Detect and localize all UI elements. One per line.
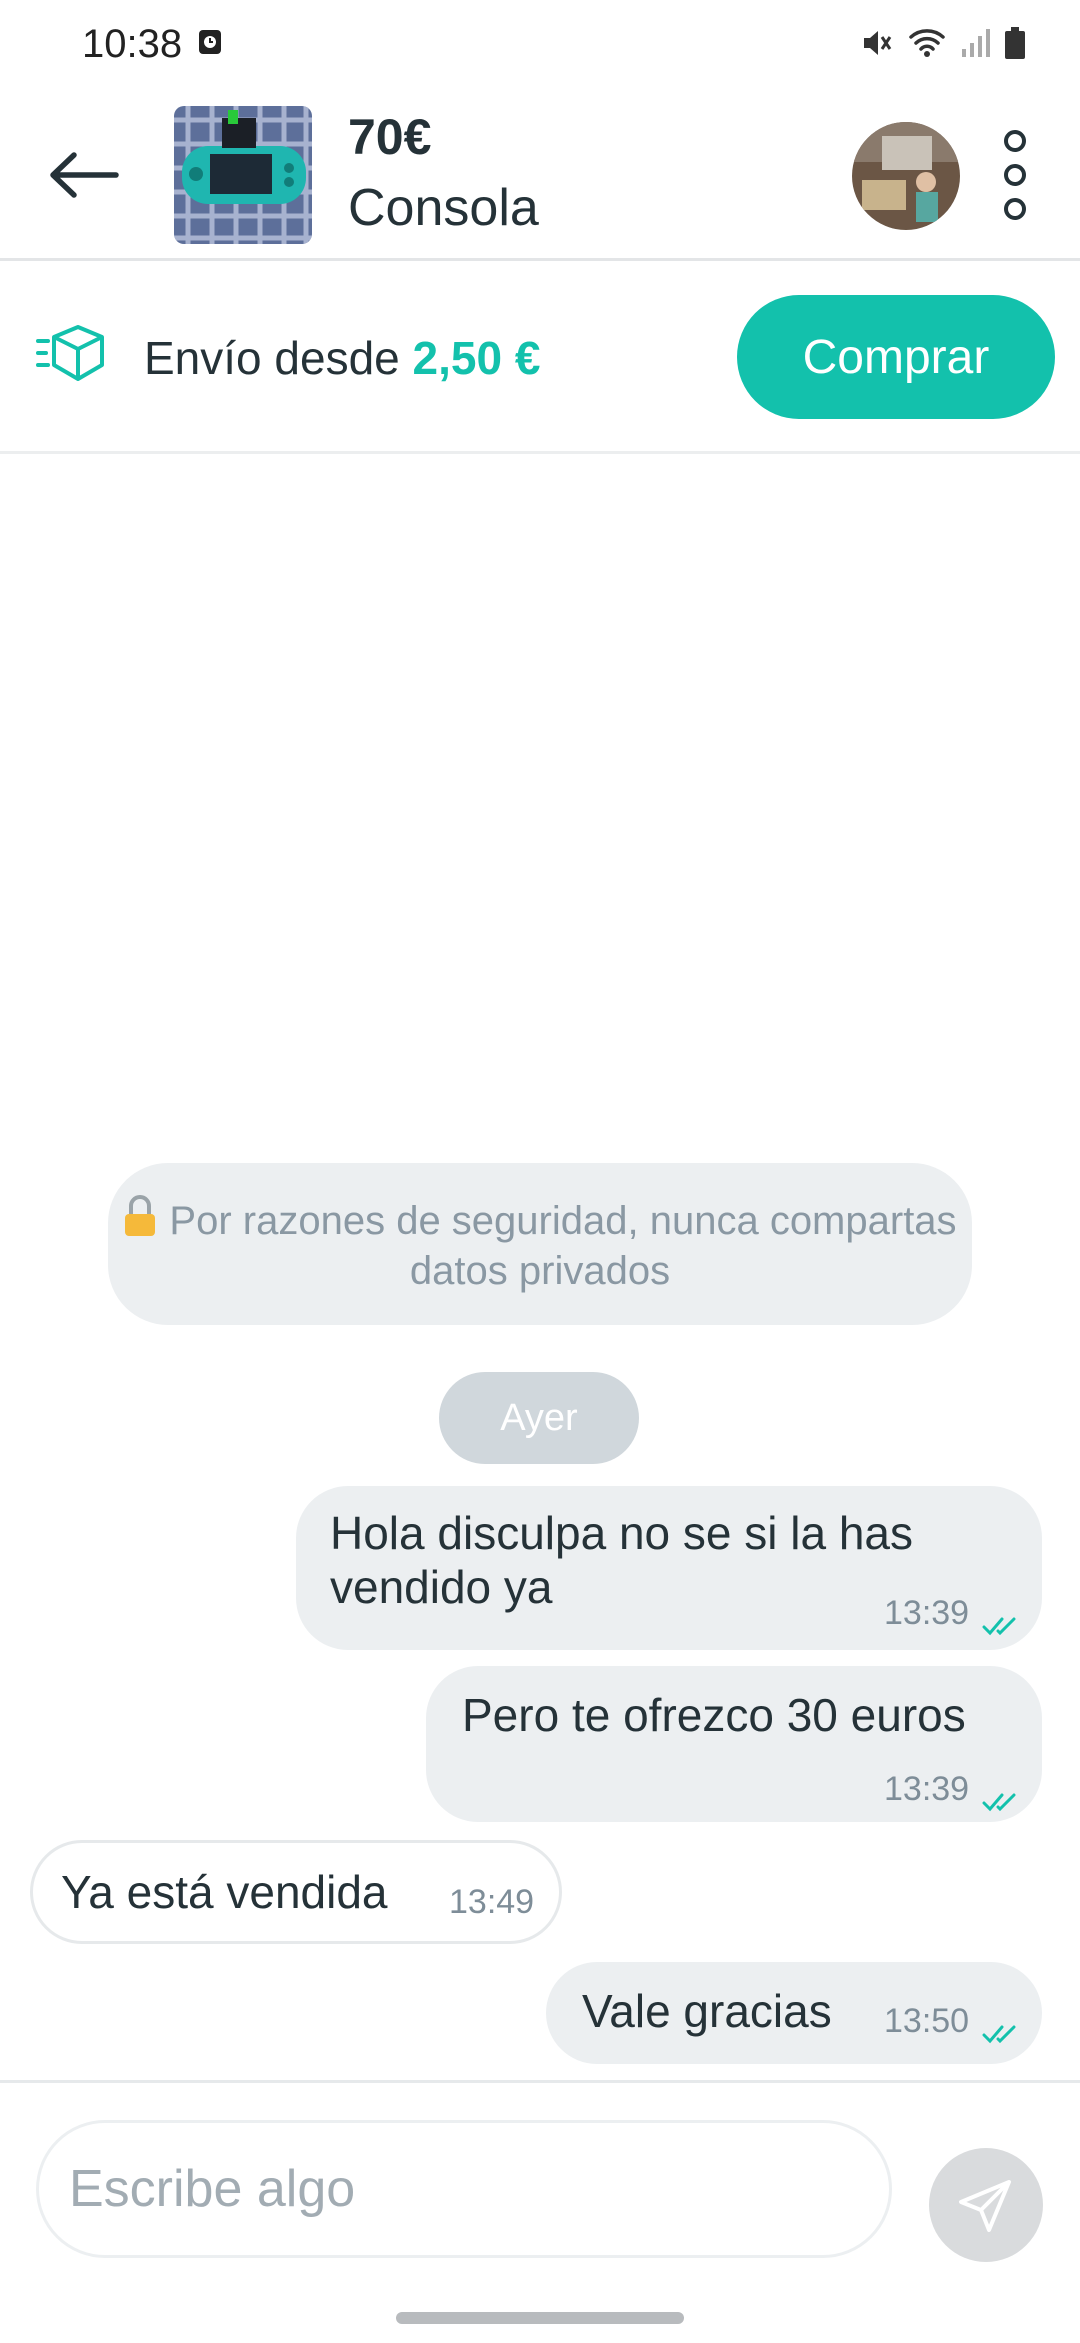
send-button[interactable] [929, 2148, 1043, 2262]
home-indicator[interactable] [396, 2312, 684, 2324]
product-price: 70€ [348, 109, 432, 165]
product-title[interactable]: Consola [348, 178, 539, 238]
message-input[interactable] [36, 2120, 892, 2258]
security-note: Por razones de seguridad, nunca comparta… [108, 1163, 972, 1325]
message-bubble-outgoing[interactable]: Pero te ofrezco 30 euros 13:39 [426, 1666, 1042, 1822]
message-bubble-outgoing[interactable]: Hola disculpa no se si la has vendido ya… [296, 1486, 1042, 1650]
status-time: 10:38 [82, 22, 183, 66]
mute-icon [860, 26, 894, 65]
back-button[interactable] [44, 140, 124, 210]
battery-icon [1004, 26, 1026, 65]
shipping-box-icon [36, 323, 108, 392]
wifi-icon [908, 27, 946, 64]
dot-icon [1004, 164, 1026, 186]
message-text: Pero te ofrezco 30 euros [462, 1689, 966, 1741]
message-time: 13:39 [884, 1594, 970, 1632]
read-receipt-icon [982, 1594, 1022, 1648]
more-options-button[interactable] [990, 130, 1040, 220]
signal-icon [960, 27, 990, 64]
shipping-bar: Envío desde 2,50 € Comprar [0, 261, 1080, 454]
message-bubble-outgoing[interactable]: Vale gracias 13:50 [546, 1962, 1042, 2064]
lock-icon [123, 1194, 157, 1248]
read-receipt-icon [982, 2002, 1022, 2056]
message-time: 13:49 [449, 1883, 535, 1921]
message-bubble-incoming[interactable]: Ya está vendida 13:49 [30, 1840, 562, 1944]
status-bar: 10:38 [0, 0, 1080, 90]
arrow-left-icon [50, 152, 119, 198]
shipping-label: Envío desde [144, 332, 413, 384]
buy-button[interactable]: Comprar [737, 295, 1055, 419]
message-composer [0, 2080, 1080, 2343]
message-text: Vale gracias [582, 1985, 832, 2037]
date-separator: Ayer [439, 1372, 639, 1464]
message-text: Ya está vendida [61, 1866, 388, 1918]
message-time: 13:39 [884, 1770, 970, 1808]
dot-icon [1004, 130, 1026, 152]
dot-icon [1004, 198, 1026, 220]
alarm-icon [198, 28, 222, 61]
send-icon [959, 2180, 1011, 2232]
product-thumbnail[interactable] [174, 106, 312, 244]
message-time: 13:50 [884, 2002, 970, 2040]
seller-avatar[interactable] [852, 122, 960, 230]
chat-header: 70€ Consola [0, 90, 1080, 261]
status-icons [860, 26, 1026, 65]
shipping-text: Envío desde 2,50 € [144, 331, 540, 385]
shipping-price: 2,50 € [412, 332, 541, 384]
security-note-text: Por razones de seguridad, nunca comparta… [169, 1199, 957, 1293]
read-receipt-icon [982, 1770, 1022, 1824]
